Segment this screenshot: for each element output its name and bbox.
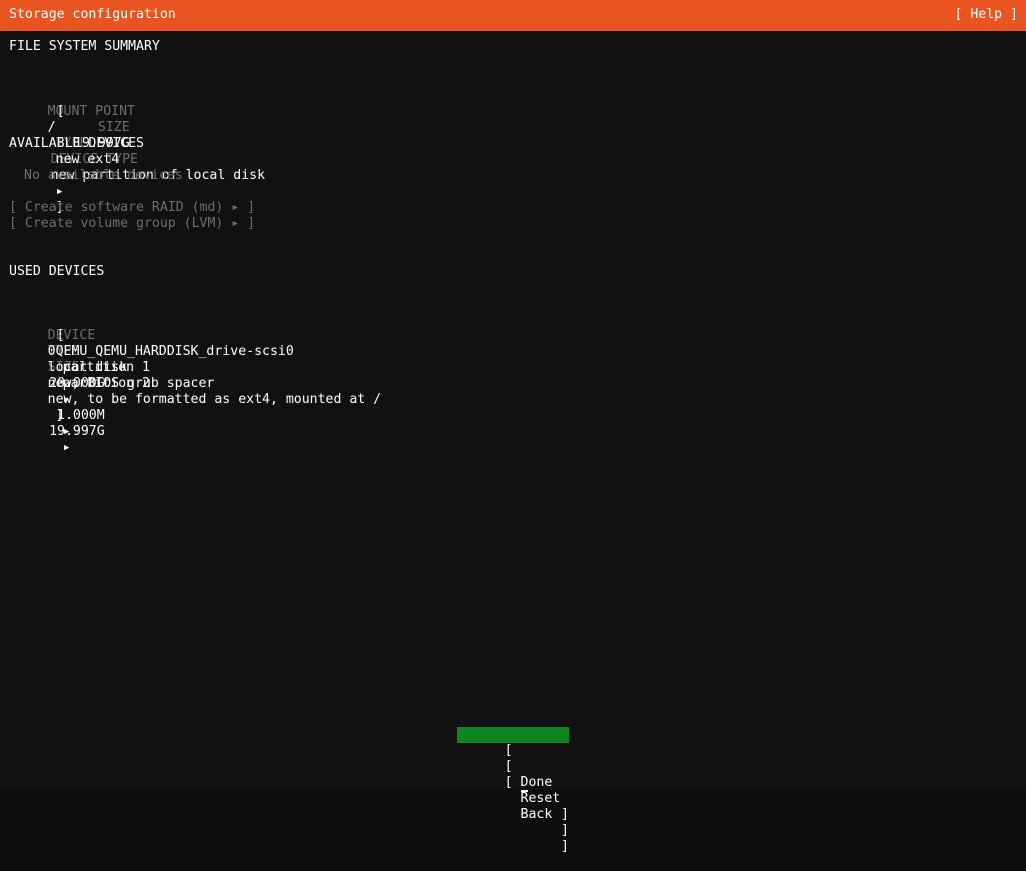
expand-arrow-icon[interactable]: ▸ xyxy=(48,184,64,200)
back-hotkey-char: B xyxy=(520,807,529,822)
mount-point-value: / xyxy=(47,120,56,135)
back-close-bracket: ] xyxy=(561,839,569,854)
filesystem-summary-column-headers: MOUNT POINT SIZE TYPE DEVICE TYPE xyxy=(0,72,170,167)
create-software-raid-button[interactable]: [ Create software RAID (md) ▸ ] xyxy=(9,200,255,216)
used-devices-column-headers: DEVICE TYPE SIZE xyxy=(0,296,409,375)
back-open-bracket: [ xyxy=(504,775,513,790)
filesystem-summary-row[interactable]: [ / 19.997G new ext4 new partition of lo… xyxy=(0,88,265,215)
reset-open-bracket: [ xyxy=(504,759,513,774)
done-open-bracket: [ xyxy=(504,743,513,758)
storage-configuration-screen: Storage configuration [ Help ] FILE SYST… xyxy=(0,0,1026,854)
back-button-label: Back xyxy=(457,807,553,838)
available-devices-empty-message: No available devices xyxy=(24,168,183,183)
help-button[interactable]: [ Help ] xyxy=(954,7,1018,23)
used-devices-heading: USED DEVICES xyxy=(9,264,105,279)
partition-2-size: 19.997G xyxy=(49,424,105,439)
type-value: new ext4 xyxy=(55,152,120,167)
create-volume-group-button[interactable]: [ Create volume group (LVM) ▸ ] xyxy=(9,216,255,232)
partition-2-name: partition 2 xyxy=(62,376,150,391)
done-close-bracket: ] xyxy=(561,807,569,822)
reset-hotkey-char: R xyxy=(520,791,529,806)
page-title: Storage configuration xyxy=(9,7,176,22)
used-device-row-partition-1[interactable]: partition 1 new, BIOS grub spacer 1.000M… xyxy=(0,328,296,439)
row-open-bracket: [ xyxy=(56,104,65,119)
filesystem-summary-heading: FILE SYSTEM SUMMARY xyxy=(9,39,160,54)
partition-2-expand-arrow-icon[interactable]: ▸ xyxy=(48,440,71,456)
main-content: FILE SYSTEM SUMMARY MOUNT POINT SIZE TYP… xyxy=(0,31,1026,789)
used-device-row-disk[interactable]: [ 0QEMU_QEMU_HARDDISK_drive-scsi0 local … xyxy=(0,312,417,423)
done-button[interactable]: [ Done ] xyxy=(457,727,569,822)
used-device-row-partition-2[interactable]: partition 2 new, to be formatted as ext4… xyxy=(0,344,381,455)
back-label-rest: ack xyxy=(528,807,553,822)
available-devices-heading: AVAILABLE DEVICES xyxy=(9,136,144,151)
footer-button-group: [ Done ] [ Reset ] [ Back ] xyxy=(457,727,569,855)
app-header: Storage configuration [ Help ] xyxy=(0,0,1026,31)
reset-label-rest: eset xyxy=(528,791,561,806)
done-label-rest: one xyxy=(528,775,553,790)
reset-close-bracket: ] xyxy=(561,823,569,838)
partition-2-detail: new, to be formatted as ext4, mounted at… xyxy=(47,392,382,407)
